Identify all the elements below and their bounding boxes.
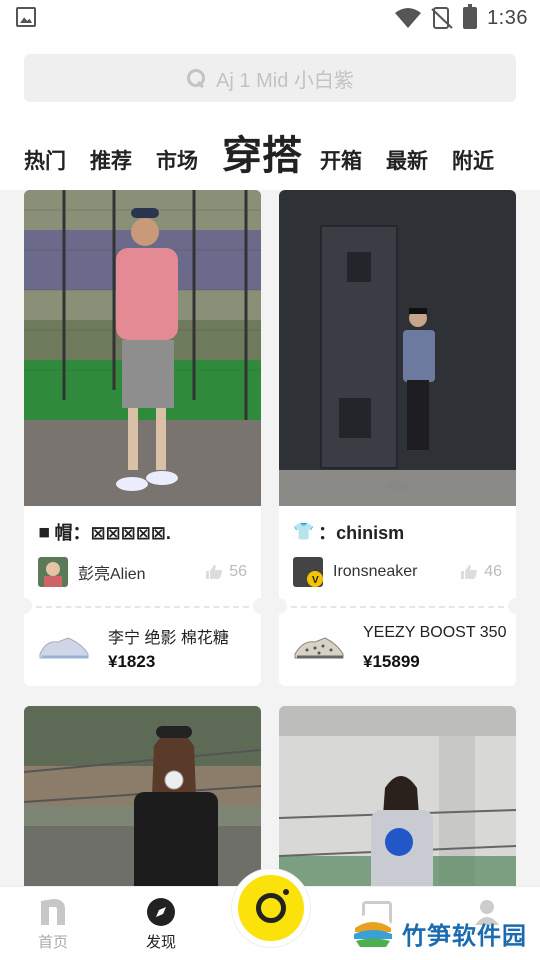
post-title: ◾ 帽：⊠⊠⊠⊠⊠. bbox=[38, 520, 251, 544]
shirt-emoji-icon: 👕 bbox=[293, 522, 315, 541]
status-icons: 1:36 bbox=[395, 4, 528, 32]
post-card[interactable] bbox=[279, 706, 516, 886]
ticket-notch bbox=[24, 598, 32, 614]
cap-emoji-icon: ◾ bbox=[38, 522, 51, 541]
ticket-notch bbox=[279, 598, 287, 614]
product-name: YEEZY BOOST 350 bbox=[363, 624, 507, 641]
product-price: ¥15899 bbox=[363, 652, 420, 671]
shoe-thumbnail bbox=[294, 637, 344, 659]
tab-market[interactable]: 市场 bbox=[156, 151, 198, 180]
status-bar: 1:36 bbox=[0, 0, 540, 36]
post-card[interactable]: 👕 ：chinism V Ironsneaker 46 YEEZY BOOST … bbox=[279, 190, 516, 686]
search-icon bbox=[186, 68, 206, 88]
post-title-text: ：chinism bbox=[318, 523, 405, 543]
watermark: 竹笋软件园 bbox=[352, 912, 527, 954]
tagged-product[interactable]: 李宁 绝影 棉花糖 ¥1823 bbox=[24, 614, 261, 686]
category-tabs: 热门 推荐 市场 穿搭 开箱 最新 附近 bbox=[24, 124, 524, 180]
outfit-feed: ◾ 帽：⊠⊠⊠⊠⊠. 彭亮Alien 56 李宁 绝影 棉花糖 ¥1823 👕 … bbox=[0, 190, 540, 886]
search-input[interactable]: Aj 1 Mid 小白紫 bbox=[24, 54, 516, 102]
post-photo[interactable] bbox=[24, 706, 261, 886]
battery-charging-icon bbox=[463, 4, 478, 29]
home-icon bbox=[41, 899, 65, 925]
avatar[interactable]: V bbox=[293, 557, 323, 587]
watermark-logo-icon bbox=[353, 913, 393, 953]
shoe-thumbnail bbox=[39, 637, 89, 659]
author-name[interactable]: 彭亮Alien bbox=[78, 560, 205, 584]
tab-recommend[interactable]: 推荐 bbox=[90, 151, 132, 180]
no-sim-icon bbox=[431, 7, 453, 29]
nav-home-label: 首页 bbox=[37, 934, 68, 951]
avatar[interactable] bbox=[38, 557, 68, 587]
wifi-icon bbox=[395, 8, 422, 28]
tab-hot[interactable]: 热门 bbox=[24, 151, 66, 180]
product-name: 李宁 绝影 棉花糖 bbox=[108, 630, 229, 647]
tab-nearby[interactable]: 附近 bbox=[452, 151, 494, 180]
image-notification-icon bbox=[16, 7, 36, 27]
tagged-product[interactable]: YEEZY BOOST 350 ¥15899 bbox=[279, 614, 516, 686]
divider bbox=[291, 606, 504, 608]
tab-latest[interactable]: 最新 bbox=[386, 151, 428, 180]
post-title-text: 帽：⊠⊠⊠⊠⊠. bbox=[54, 523, 171, 543]
tab-unboxing[interactable]: 开箱 bbox=[320, 151, 362, 180]
like-count: 46 bbox=[484, 563, 502, 580]
like-icon[interactable] bbox=[205, 564, 223, 580]
post-card[interactable]: ◾ 帽：⊠⊠⊠⊠⊠. 彭亮Alien 56 李宁 绝影 棉花糖 ¥1823 bbox=[24, 190, 261, 686]
camera-button[interactable] bbox=[232, 869, 310, 947]
svg-text:V: V bbox=[312, 575, 319, 586]
clock: 1:36 bbox=[487, 6, 528, 29]
like-count: 56 bbox=[229, 563, 247, 580]
post-photo[interactable] bbox=[279, 706, 516, 886]
post-card[interactable] bbox=[24, 706, 261, 886]
product-price: ¥1823 bbox=[108, 652, 156, 671]
like-icon[interactable] bbox=[460, 564, 478, 580]
author-row[interactable]: V Ironsneaker 46 bbox=[293, 556, 502, 588]
watermark-text: 竹笋软件园 bbox=[402, 922, 527, 950]
ticket-notch bbox=[253, 598, 261, 614]
ticket-notch bbox=[508, 598, 516, 614]
post-photo[interactable] bbox=[24, 190, 261, 506]
nav-discover-label: 发现 bbox=[145, 934, 176, 951]
tab-outfit[interactable]: 穿搭 bbox=[222, 136, 302, 180]
post-title: 👕 ：chinism bbox=[293, 520, 506, 544]
divider bbox=[36, 606, 249, 608]
author-row[interactable]: 彭亮Alien 56 bbox=[38, 556, 247, 588]
header: Aj 1 Mid 小白紫 热门 推荐 市场 穿搭 开箱 最新 附近 bbox=[0, 36, 540, 190]
compass-icon bbox=[147, 898, 175, 926]
author-name[interactable]: Ironsneaker bbox=[333, 563, 460, 581]
post-photo[interactable] bbox=[279, 190, 516, 506]
search-placeholder: Aj 1 Mid 小白紫 bbox=[216, 69, 354, 92]
nav-home[interactable]: 首页 bbox=[18, 897, 88, 952]
nav-discover[interactable]: 发现 bbox=[126, 897, 196, 952]
